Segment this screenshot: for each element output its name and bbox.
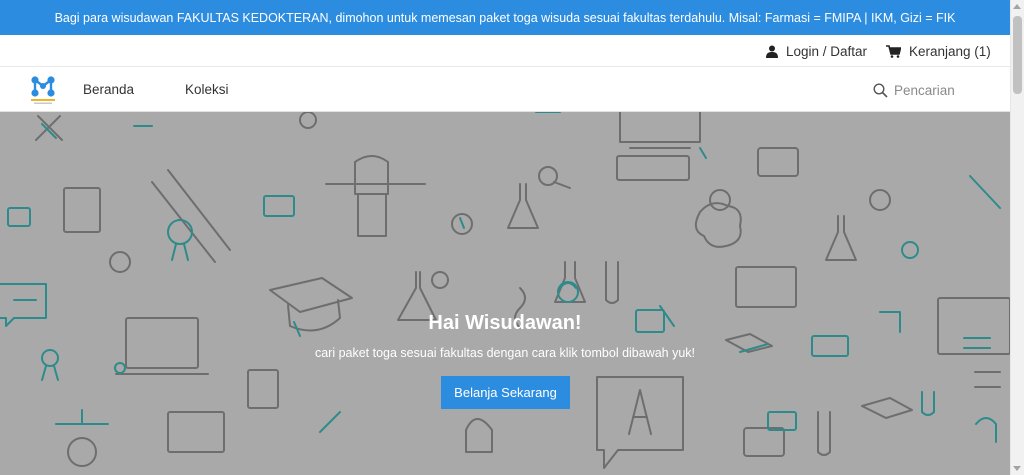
cart-icon bbox=[886, 44, 901, 58]
hero-banner: Hai Wisudawan! cari paket toga sesuai fa… bbox=[0, 112, 1010, 475]
search-box bbox=[873, 78, 1003, 102]
login-link[interactable]: Login / Daftar bbox=[766, 35, 867, 67]
main-navbar: Beranda Koleksi bbox=[0, 67, 1010, 112]
nav-beranda[interactable]: Beranda bbox=[83, 67, 134, 112]
scroll-up-arrow-icon[interactable] bbox=[1013, 4, 1021, 9]
page-scrollbar[interactable] bbox=[1010, 0, 1024, 475]
announcement-bar: Bagi para wisudawan FAKULTAS KEDOKTERAN,… bbox=[0, 0, 1010, 35]
user-icon bbox=[766, 45, 778, 58]
page: Bagi para wisudawan FAKULTAS KEDOKTERAN,… bbox=[0, 0, 1024, 475]
education-pattern-background bbox=[0, 112, 1010, 469]
utility-bar: Login / Daftar Keranjang (1) bbox=[0, 35, 1010, 67]
login-label: Login / Daftar bbox=[786, 43, 868, 59]
brand-logo[interactable] bbox=[30, 75, 56, 105]
hero-title: Hai Wisudawan! bbox=[428, 312, 582, 334]
announcement-text: Bagi para wisudawan FAKULTAS KEDOKTERAN,… bbox=[54, 10, 956, 25]
search-icon[interactable] bbox=[873, 82, 888, 98]
cart-link[interactable]: Keranjang (1) bbox=[886, 35, 991, 67]
nav-koleksi[interactable]: Koleksi bbox=[185, 67, 229, 112]
cart-label: Keranjang (1) bbox=[909, 43, 991, 59]
search-input[interactable] bbox=[894, 82, 994, 98]
scrollbar-thumb[interactable] bbox=[1013, 16, 1022, 94]
shop-now-button[interactable]: Belanja Sekarang bbox=[441, 376, 570, 409]
scroll-down-arrow-icon[interactable] bbox=[1013, 466, 1021, 471]
hero-subtitle: cari paket toga sesuai fakultas dengan c… bbox=[314, 346, 696, 360]
